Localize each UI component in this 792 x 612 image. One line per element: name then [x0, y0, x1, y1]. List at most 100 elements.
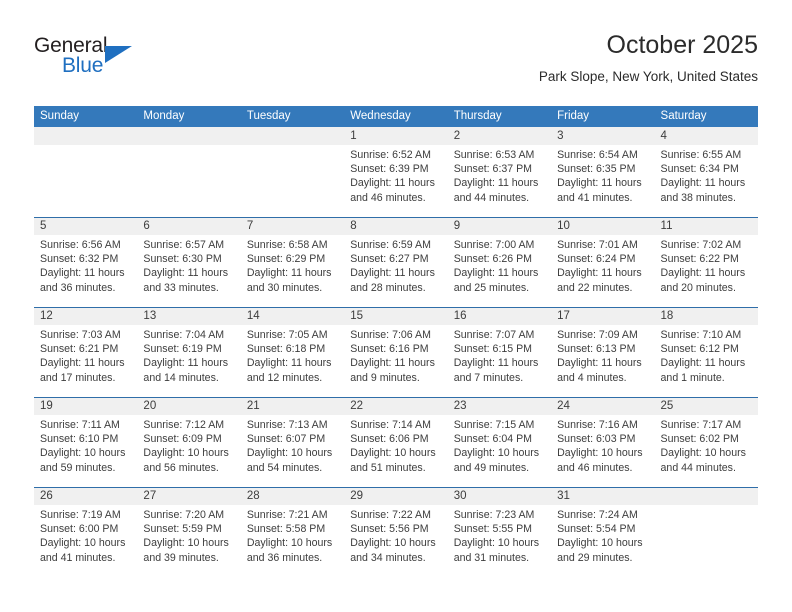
daylight-duration-line2: and 25 minutes.	[453, 281, 530, 294]
daylight-duration-line1: Daylight: 10 hours	[557, 447, 643, 460]
day-cell[interactable]: Sunrise: 7:16 AM Sunset: 6:03 PM Daylight:…	[551, 415, 655, 487]
day-number[interactable]: 16	[447, 306, 552, 325]
day-number[interactable]: 13	[137, 306, 241, 325]
day-cell[interactable]: Sunrise: 6:56 AM Sunset: 6:32 PM Daylight:…	[34, 235, 138, 307]
logo-text-blue: Blue	[62, 54, 104, 77]
day-cell[interactable]: Sunrise: 7:14 AM Sunset: 6:06 PM Daylight:…	[344, 415, 448, 487]
calendar-table: Sunday Monday Tuesday Wednesday Thursday Frid…	[34, 106, 758, 577]
day-cell[interactable]: Sunrise: 7:07 AM Sunset: 6:15 PM Daylight:…	[447, 325, 552, 397]
day-number[interactable]: 22	[344, 396, 448, 415]
day-cell[interactable]: Sunrise: 7:02 AM Sunset: 6:22 PM Daylight:…	[654, 235, 758, 307]
sunrise-time: Sunrise: 7:22 AM	[350, 509, 431, 521]
day-number[interactable]: 1	[344, 127, 448, 145]
title-block: October 2025 Park Slope, New York, Unite…	[539, 30, 758, 85]
day-number[interactable]: 21	[240, 396, 345, 415]
day-cell[interactable]: Sunrise: 6:54 AM Sunset: 6:35 PM Daylight:…	[551, 145, 655, 217]
day-cell[interactable]: Sunrise: 7:12 AM Sunset: 6:09 PM Daylight:…	[137, 415, 241, 487]
sunrise-time: Sunrise: 7:01 AM	[557, 239, 638, 251]
day-cell[interactable]: Sunrise: 7:23 AM Sunset: 5:55 PM Daylight:…	[447, 505, 552, 577]
daylight-duration-line1: Daylight: 10 hours	[143, 537, 229, 550]
sunrise-time: Sunrise: 7:23 AM	[453, 509, 535, 521]
daylight-duration-line2: and 9 minutes.	[350, 371, 420, 384]
calendar-body: 1 2 3 4 Sunrise: 6:52 AM Sunset: 6:39 PM Dayli…	[34, 127, 758, 577]
day-number[interactable]: 6	[137, 216, 241, 235]
day-number[interactable]: 28	[240, 486, 345, 505]
day-number[interactable]: 30	[447, 486, 552, 505]
week-detail-row: Sunrise: 7:11 AM Sunset: 6:10 PM Daylight:…	[34, 415, 758, 487]
sunset-time: Sunset: 6:04 PM	[453, 433, 533, 446]
day-number[interactable]: 18	[654, 306, 758, 325]
sunrise-time: Sunrise: 7:19 AM	[40, 509, 121, 521]
sunrise-time: Sunrise: 7:09 AM	[557, 329, 638, 341]
sunset-time: Sunset: 6:12 PM	[660, 343, 739, 356]
day-number[interactable]: 20	[137, 396, 241, 415]
sunset-time: Sunset: 6:37 PM	[453, 163, 533, 176]
day-cell[interactable]: Sunrise: 7:10 AM Sunset: 6:12 PM Daylight:…	[654, 325, 758, 397]
day-number[interactable]: 5	[34, 216, 138, 235]
day-number[interactable]: 2	[447, 127, 552, 145]
day-cell[interactable]: Sunrise: 7:09 AM Sunset: 6:13 PM Daylight:…	[551, 325, 655, 397]
day-cell[interactable]: Sunrise: 7:20 AM Sunset: 5:59 PM Daylight:…	[137, 505, 241, 577]
day-cell[interactable]: Sunrise: 6:52 AM Sunset: 6:39 PM Daylight:…	[344, 145, 448, 217]
day-number[interactable]: 17	[551, 306, 655, 325]
sunrise-time: Sunrise: 6:56 AM	[40, 239, 121, 251]
day-number[interactable]: 11	[654, 216, 758, 235]
day-number[interactable]: 24	[551, 396, 655, 415]
day-cell[interactable]: Sunrise: 7:13 AM Sunset: 6:07 PM Daylight:…	[240, 415, 345, 487]
day-cell[interactable]: Sunrise: 6:55 AM Sunset: 6:34 PM Daylight:…	[654, 145, 758, 217]
day-number[interactable]: 3	[551, 127, 655, 145]
day-cell[interactable]: Sunrise: 7:11 AM Sunset: 6:10 PM Daylight:…	[34, 415, 138, 487]
day-cell[interactable]: Sunrise: 7:19 AM Sunset: 6:00 PM Daylight:…	[34, 505, 138, 577]
daylight-duration-line1: Daylight: 10 hours	[660, 447, 746, 460]
sunrise-time: Sunrise: 7:07 AM	[453, 329, 535, 341]
day-cell[interactable]: Sunrise: 7:01 AM Sunset: 6:24 PM Daylight:…	[551, 235, 655, 307]
day-cell[interactable]: Sunrise: 7:15 AM Sunset: 6:04 PM Daylight:…	[447, 415, 552, 487]
day-cell[interactable]: Sunrise: 7:17 AM Sunset: 6:02 PM Daylight:…	[654, 415, 758, 487]
daylight-duration-line1: Daylight: 11 hours	[246, 357, 332, 370]
day-number[interactable]: 8	[344, 216, 448, 235]
day-number[interactable]: 31	[551, 486, 655, 505]
day-number-empty	[137, 127, 241, 145]
day-number[interactable]: 12	[34, 306, 138, 325]
day-number[interactable]: 27	[137, 486, 241, 505]
day-number[interactable]: 25	[654, 396, 758, 415]
general-blue-logo[interactable]: General Blue	[34, 34, 154, 90]
day-cell[interactable]: Sunrise: 7:04 AM Sunset: 6:19 PM Daylight:…	[137, 325, 241, 397]
day-cell-empty	[34, 145, 138, 217]
day-cell[interactable]: Sunrise: 7:00 AM Sunset: 6:26 PM Daylight:…	[447, 235, 552, 307]
day-cell[interactable]: Sunrise: 6:57 AM Sunset: 6:30 PM Daylight:…	[137, 235, 241, 307]
day-cell[interactable]: Sunrise: 6:53 AM Sunset: 6:37 PM Daylight:…	[447, 145, 552, 217]
day-cell[interactable]: Sunrise: 7:05 AM Sunset: 6:18 PM Daylight:…	[240, 325, 345, 397]
daylight-duration-line1: Daylight: 11 hours	[660, 177, 746, 190]
weekday-header-sunday: Sunday	[34, 106, 138, 127]
day-cell-empty	[654, 505, 758, 577]
calendar-grid: Sunday Monday Tuesday Wednesday Thursday Frid…	[34, 106, 758, 577]
day-cell[interactable]: Sunrise: 6:59 AM Sunset: 6:27 PM Daylight:…	[344, 235, 448, 307]
day-cell[interactable]: Sunrise: 7:03 AM Sunset: 6:21 PM Daylight:…	[34, 325, 138, 397]
day-number[interactable]: 9	[447, 216, 552, 235]
day-number[interactable]: 19	[34, 396, 138, 415]
sunset-time: Sunset: 6:00 PM	[40, 523, 119, 536]
daylight-duration-line1: Daylight: 11 hours	[557, 267, 642, 280]
day-number[interactable]: 14	[240, 306, 345, 325]
day-number[interactable]: 23	[447, 396, 552, 415]
day-number[interactable]: 15	[344, 306, 448, 325]
daylight-duration-line1: Daylight: 11 hours	[557, 357, 642, 370]
daylight-duration-line1: Daylight: 10 hours	[40, 447, 126, 460]
daylight-duration-line2: and 31 minutes.	[453, 551, 530, 564]
day-number[interactable]: 4	[654, 127, 758, 145]
day-cell[interactable]: Sunrise: 7:21 AM Sunset: 5:58 PM Daylight:…	[240, 505, 345, 577]
day-number[interactable]: 10	[551, 216, 655, 235]
sunset-time: Sunset: 6:35 PM	[557, 163, 636, 176]
day-cell[interactable]: Sunrise: 7:24 AM Sunset: 5:54 PM Daylight:…	[551, 505, 655, 577]
sunrise-time: Sunrise: 7:17 AM	[660, 419, 742, 431]
day-cell[interactable]: Sunrise: 6:58 AM Sunset: 6:29 PM Daylight:…	[240, 235, 345, 307]
day-cell[interactable]: Sunrise: 7:22 AM Sunset: 5:56 PM Daylight:…	[344, 505, 448, 577]
sunrise-time: Sunrise: 7:15 AM	[453, 419, 535, 431]
day-number[interactable]: 26	[34, 486, 138, 505]
day-number[interactable]: 29	[344, 486, 448, 505]
daylight-duration-line1: Daylight: 11 hours	[246, 267, 332, 280]
sunrise-time: Sunrise: 7:04 AM	[143, 329, 225, 341]
day-cell[interactable]: Sunrise: 7:06 AM Sunset: 6:16 PM Daylight:…	[344, 325, 448, 397]
day-number[interactable]: 7	[240, 216, 345, 235]
